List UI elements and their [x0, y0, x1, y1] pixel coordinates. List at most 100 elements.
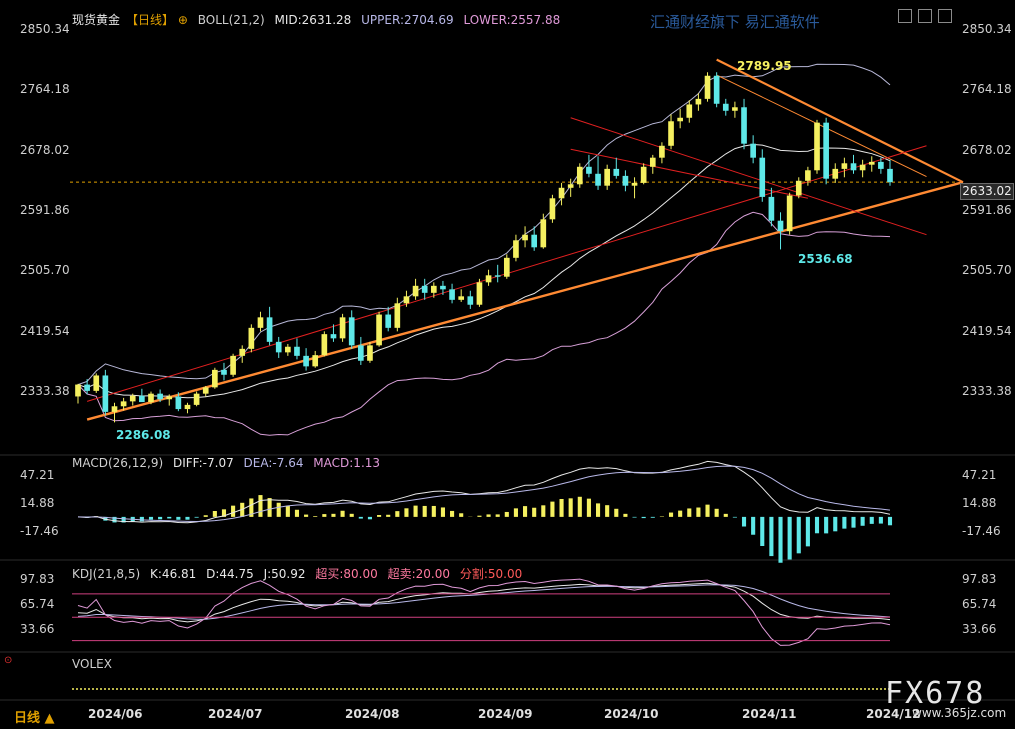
candle-body [303, 355, 309, 367]
candle-body [212, 369, 218, 388]
candle-body [640, 166, 647, 183]
candle-body [841, 163, 848, 169]
candle-body [376, 314, 382, 346]
candle-body [513, 240, 519, 258]
candle-body [421, 285, 428, 293]
candle-body [312, 355, 319, 367]
time-tick: 2024/10 [604, 707, 659, 721]
candle-body [659, 145, 665, 158]
candle-body [558, 187, 565, 199]
kdj-tick: 97.83 [20, 572, 55, 586]
macd-title[interactable]: MACD(26,12,9) [72, 456, 163, 470]
watermark-text: 汇通财经旗下 易汇通软件 [650, 13, 820, 31]
kdj-tick: 33.66 [962, 622, 997, 636]
candle-body [139, 395, 145, 403]
candle-body [814, 122, 820, 171]
candle-body [576, 166, 583, 185]
candle-body [148, 393, 154, 403]
macd-header: MACD(26,12,9) DIFF:-7.07 DEA:-7.64 MACD:… [72, 456, 386, 470]
candle-body [868, 161, 875, 165]
kdj-tick: 33.66 [20, 622, 55, 636]
macd-tick: 47.21 [20, 468, 55, 482]
candle-body [358, 345, 364, 361]
candle-body [567, 184, 574, 188]
candle-body [440, 285, 446, 290]
price-tick-left: 2333.38 [20, 384, 70, 398]
candle-body [786, 195, 793, 232]
candle-body [586, 166, 592, 174]
price-tick-right: 2333.38 [962, 384, 1012, 398]
candle-body [321, 334, 328, 356]
candle-body [668, 121, 674, 146]
candle-body [294, 346, 300, 356]
candle-body [805, 170, 811, 181]
kdj-j-line [77, 578, 891, 646]
candle-body [887, 168, 893, 183]
candle-body [595, 173, 601, 186]
candle-body [686, 104, 693, 118]
candle-body [184, 404, 191, 410]
candle-body [193, 393, 200, 405]
candle-body [622, 175, 629, 186]
candle-body [531, 234, 538, 248]
volume-title[interactable]: VOLEX [72, 657, 112, 671]
candle-body [704, 75, 711, 99]
candle-body [549, 198, 556, 220]
grid-icon[interactable] [898, 9, 912, 23]
candle-body [795, 180, 802, 196]
candle-body [695, 98, 702, 105]
indicator-name[interactable]: BOLL(21,2) [198, 13, 265, 27]
kdj-k-line [77, 582, 891, 623]
candle-body [430, 285, 437, 293]
macd-tick: 47.21 [962, 468, 997, 482]
candle-body [239, 348, 246, 356]
candle-body [832, 168, 839, 179]
symbol-name: 现货黄金 [72, 13, 121, 27]
candle-body [732, 107, 738, 111]
price-tick-right: 2505.70 [962, 263, 1012, 278]
kdj-title[interactable]: KDJ(21,8,5) [72, 567, 140, 581]
candle-body [75, 384, 81, 397]
candle-body [677, 117, 683, 122]
time-tick: 2024/11 [742, 707, 797, 721]
price-tick-right: 2678.02 [962, 142, 1012, 157]
maximize-icon[interactable] [918, 9, 932, 23]
last-price-tag: 2633.02 [960, 183, 1014, 200]
candle-body [266, 317, 273, 342]
candle-body [202, 387, 209, 394]
time-tick: 2024/06 [88, 707, 143, 721]
candle-body [476, 282, 483, 305]
candle-body [230, 355, 236, 375]
time-tick: 2024/09 [478, 707, 533, 721]
period-label: 日线 [14, 711, 41, 726]
candle-body [385, 314, 392, 328]
candle-body [221, 369, 227, 375]
candle-body [467, 296, 474, 305]
annotation-low-start: 2286.08 [116, 428, 171, 442]
boll-lower-line [77, 211, 891, 436]
boll-lower: LOWER:2557.88 [463, 13, 561, 27]
candle-body [111, 406, 118, 412]
annotation-high: 2789.95 [737, 59, 792, 73]
close-icon[interactable] [938, 9, 952, 23]
kdj-tick: 65.74 [962, 597, 997, 611]
price-tick-left: 2505.70 [20, 263, 70, 278]
candle-body [175, 396, 182, 410]
candle-body [777, 220, 784, 232]
boll-mid: MID:2631.28 [274, 13, 352, 27]
period-selector[interactable]: 日线 ▲ [14, 707, 55, 726]
candle-body [367, 345, 373, 361]
chart-canvas: 2789.95 2536.68 2286.08 [0, 58, 1015, 701]
candle-body [157, 393, 163, 400]
candle-body [339, 317, 346, 339]
candle-body [604, 168, 610, 186]
macd-diff-line [77, 460, 891, 524]
candle-body [330, 334, 337, 339]
candle-body [102, 375, 109, 412]
candle-body [631, 182, 638, 186]
add-circle-icon[interactable]: ⊕ [178, 13, 188, 27]
candle-body [394, 303, 401, 328]
kdj-divide: 分割:50.00 [459, 567, 523, 581]
candle-body [485, 275, 492, 283]
price-tick-left: 2764.18 [20, 82, 70, 97]
